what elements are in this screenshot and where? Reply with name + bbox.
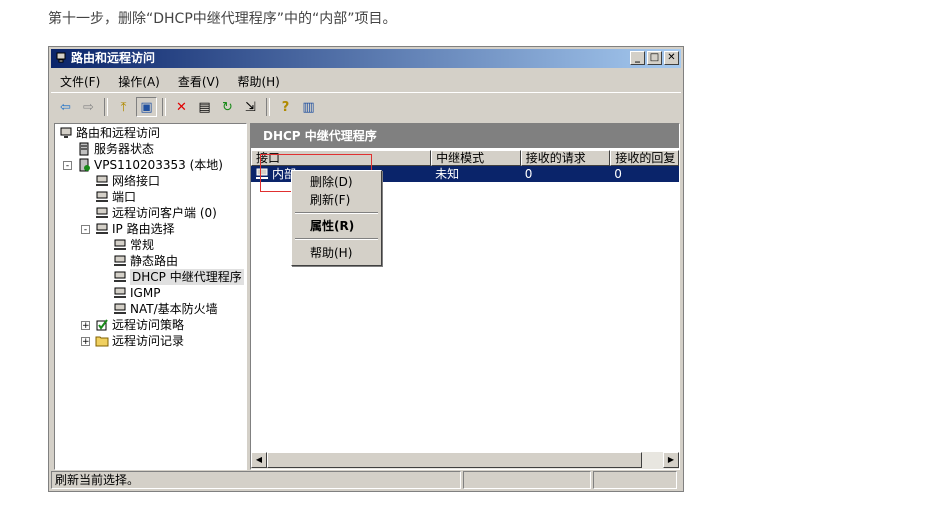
- context-menu-delete[interactable]: 删除(D): [294, 173, 379, 191]
- expand-collapse-button[interactable]: +: [81, 321, 90, 331]
- tree-item-dhcp-relay[interactable]: DHCP 中继代理程序: [113, 269, 244, 285]
- tree-item-server[interactable]: VPS110203353 (本地): [77, 157, 223, 173]
- tree-item-nat-firewall[interactable]: NAT/基本防火墙: [113, 301, 218, 317]
- cell-requests-received: 0: [524, 167, 533, 181]
- folder-icon: [95, 336, 109, 347]
- export-list-icon[interactable]: ⇲: [240, 97, 261, 117]
- tree-item-igmp[interactable]: IGMP: [113, 285, 160, 301]
- general-icon: [114, 239, 126, 250]
- network-interface-icon: [96, 175, 108, 186]
- tree-item-rras[interactable]: 路由和远程访问: [59, 125, 160, 141]
- scroll-right-button[interactable]: ▶: [663, 452, 679, 468]
- horizontal-scrollbar[interactable]: ◀ ▶: [251, 452, 679, 469]
- cell-relay-mode: 未知: [435, 167, 460, 181]
- computer-icon: [60, 127, 72, 138]
- tree-item-general[interactable]: 常规: [113, 237, 154, 253]
- title-bar[interactable]: 路由和远程访问 _ □ ✕: [51, 49, 681, 68]
- status-panel: [463, 471, 591, 489]
- rras-window: 路由和远程访问 _ □ ✕ 文件(F) 操作(A) 查看(V) 帮助(H) ⇦ …: [48, 46, 684, 492]
- tree-item-ip-routing[interactable]: IP 路由选择: [95, 221, 175, 237]
- menu-action[interactable]: 操作(A): [109, 73, 169, 90]
- minimize-button[interactable]: _: [630, 51, 645, 65]
- tree-item-remote-access-policies[interactable]: 远程访问策略: [95, 317, 184, 333]
- column-header-requests-received[interactable]: 接收的请求: [520, 150, 611, 166]
- toolbar: ⇦ ⇨ ⤒ ▣ ✕ ▤ ↻ ⇲ ? ▥: [51, 95, 681, 119]
- menu-bar: 文件(F) 操作(A) 查看(V) 帮助(H): [51, 70, 681, 93]
- refresh-icon[interactable]: ↻: [217, 97, 238, 117]
- expand-collapse-button[interactable]: -: [63, 161, 72, 171]
- app-icon: [56, 52, 66, 63]
- status-text: 刷新当前选择。: [51, 471, 461, 489]
- ip-routing-icon: [96, 223, 108, 234]
- static-routes-icon: [114, 255, 126, 266]
- menu-separator: [295, 238, 378, 240]
- close-button[interactable]: ✕: [664, 51, 679, 65]
- toolbar-separator: [104, 98, 108, 116]
- back-arrow-icon[interactable]: ⇦: [55, 97, 76, 117]
- column-header-relay-mode[interactable]: 中继模式: [431, 150, 521, 166]
- menu-separator: [295, 212, 378, 214]
- status-bar: 刷新当前选择。: [51, 471, 681, 489]
- context-menu-help[interactable]: 帮助(H): [294, 244, 379, 262]
- help-icon[interactable]: ?: [275, 97, 296, 117]
- status-panel: [593, 471, 677, 489]
- dhcp-relay-icon: [114, 271, 126, 282]
- up-folder-icon[interactable]: ⤒: [113, 97, 134, 117]
- menu-view[interactable]: 查看(V): [169, 73, 229, 90]
- expand-collapse-button[interactable]: +: [81, 337, 90, 347]
- expand-collapse-button[interactable]: -: [81, 225, 90, 235]
- menu-file[interactable]: 文件(F): [51, 73, 109, 90]
- context-menu-properties[interactable]: 属性(R): [294, 217, 379, 235]
- tree-item-ports[interactable]: 端口: [95, 189, 136, 205]
- ports-icon: [96, 191, 108, 202]
- forward-arrow-icon[interactable]: ⇨: [78, 97, 99, 117]
- toolbar-separator: [162, 98, 166, 116]
- tree-item-static-routes[interactable]: 静态路由: [113, 253, 178, 269]
- properties-icon[interactable]: ▤: [194, 97, 215, 117]
- tree-item-network-interfaces[interactable]: 网络接口: [95, 173, 160, 189]
- igmp-icon: [114, 287, 126, 298]
- context-menu-refresh[interactable]: 刷新(F): [294, 191, 379, 209]
- delete-icon[interactable]: ✕: [171, 97, 192, 117]
- action-pane-icon[interactable]: ▥: [298, 97, 319, 117]
- maximize-button[interactable]: □: [647, 51, 662, 65]
- show-hide-tree-icon[interactable]: ▣: [136, 97, 157, 117]
- pane-title: DHCP 中继代理程序: [251, 124, 679, 148]
- policy-icon: [96, 319, 108, 331]
- scroll-left-button[interactable]: ◀: [251, 452, 267, 468]
- tree-item-remote-access-logging[interactable]: 远程访问记录: [95, 333, 184, 349]
- nat-firewall-icon: [114, 303, 126, 314]
- tree-item-server-status[interactable]: 服务器状态: [77, 141, 154, 157]
- server-status-icon: [79, 142, 89, 156]
- toolbar-separator: [266, 98, 270, 116]
- server-icon: [79, 158, 90, 172]
- instruction-caption: 第十一步，删除“DHCP中继代理程序”中的“内部”项目。: [48, 11, 397, 27]
- console-tree[interactable]: 路由和远程访问 服务器状态 - VPS110203353 (本地) 网络接口 端…: [54, 123, 247, 470]
- context-menu: 删除(D) 刷新(F) 属性(R) 帮助(H): [291, 170, 382, 266]
- column-header-replies-received[interactable]: 接收的回复: [610, 150, 679, 166]
- cell-replies-received: 0: [614, 167, 622, 181]
- window-title: 路由和远程访问: [71, 51, 156, 65]
- remote-clients-icon: [96, 207, 108, 218]
- menu-help[interactable]: 帮助(H): [228, 73, 288, 90]
- scroll-thumb[interactable]: [267, 452, 642, 468]
- tree-item-remote-clients[interactable]: 远程访问客户端 (0): [95, 205, 217, 221]
